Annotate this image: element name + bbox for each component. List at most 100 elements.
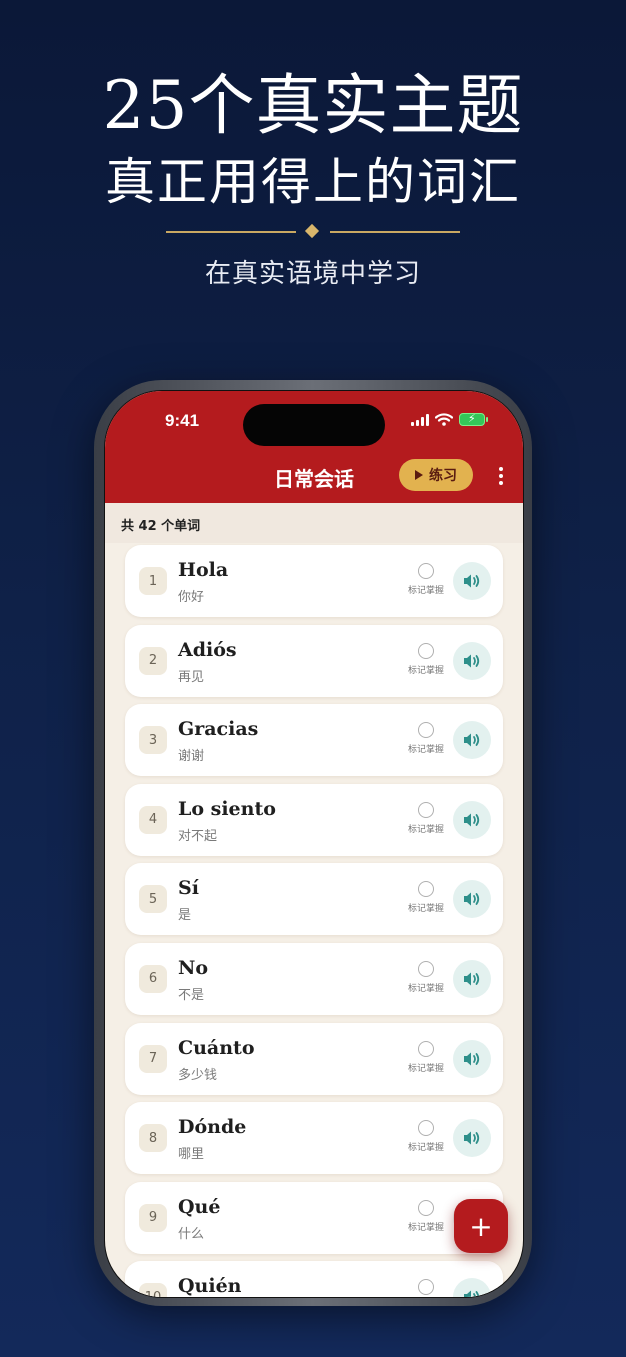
- chinese-meaning: 你好: [178, 590, 205, 605]
- diamond-icon: [304, 223, 320, 239]
- mark-mastered-toggle[interactable]: 标记掌握: [403, 1040, 449, 1074]
- speaker-button[interactable]: [453, 721, 491, 760]
- word-card[interactable]: 10 Quién 标记掌握: [125, 1261, 503, 1298]
- chinese-meaning: 什么: [178, 1226, 205, 1242]
- mark-mastered-label: 标记掌握: [407, 745, 444, 756]
- radio-circle-icon: [418, 1279, 434, 1296]
- mark-mastered-toggle[interactable]: 标记掌握: [403, 1199, 449, 1233]
- list-header: 共 42 个单词: [105, 503, 523, 543]
- chinese-meaning: 再见: [178, 669, 205, 685]
- ornament-divider: [166, 223, 460, 240]
- word-card[interactable]: 3 Gracias 谢谢 标记掌握: [125, 704, 503, 777]
- mark-mastered-toggle[interactable]: 标记掌握: [403, 1279, 449, 1297]
- mark-mastered-label: 标记掌握: [407, 586, 444, 596]
- speaker-icon: [464, 733, 480, 747]
- speaker-button[interactable]: [453, 1039, 491, 1078]
- headline: 25个真实主题: [102, 67, 524, 144]
- spanish-word: Hola: [178, 559, 229, 581]
- radio-circle-icon: [418, 1199, 434, 1216]
- speaker-icon: [464, 813, 480, 827]
- phone-frame: 9:41 ⚡ 日常会话 练习 共 42 个单词 1 Hola 你好 标记掌握 2…: [94, 380, 532, 1306]
- word-number: 4: [139, 805, 167, 834]
- speaker-button[interactable]: [453, 959, 491, 998]
- word-number: 6: [139, 964, 167, 993]
- speaker-button[interactable]: [453, 1119, 491, 1158]
- practice-label: 练习: [429, 468, 457, 484]
- speaker-button[interactable]: [453, 880, 491, 919]
- mark-mastered-label: 标记掌握: [407, 824, 444, 835]
- chinese-meaning: 不是: [178, 987, 205, 1003]
- radio-circle-icon: [418, 563, 434, 579]
- mark-mastered-label: 标记掌握: [407, 1222, 444, 1233]
- speaker-icon: [464, 892, 480, 906]
- radio-circle-icon: [418, 642, 434, 659]
- spanish-word: Sí: [178, 877, 199, 900]
- spanish-word: Dónde: [178, 1116, 247, 1139]
- add-button[interactable]: +: [454, 1199, 508, 1253]
- word-number: 2: [139, 646, 167, 675]
- radio-circle-icon: [418, 881, 434, 898]
- speaker-button[interactable]: [453, 1278, 491, 1297]
- subline: 真正用得上的词汇: [105, 153, 521, 211]
- word-number: 10: [139, 1283, 167, 1297]
- play-icon: [415, 470, 423, 480]
- spanish-word: Adiós: [178, 638, 237, 661]
- word-list: 1 Hola 你好 标记掌握 2 Adiós 再见 标记掌握 3 Gracias…: [125, 545, 503, 1298]
- word-card[interactable]: 2 Adiós 再见 标记掌握: [125, 624, 503, 697]
- word-number: 1: [139, 567, 167, 595]
- more-vertical-icon[interactable]: [499, 467, 503, 485]
- word-number: 7: [139, 1044, 167, 1073]
- mark-mastered-toggle[interactable]: 标记掌握: [403, 1120, 449, 1153]
- spanish-word: No: [178, 956, 209, 979]
- spanish-word: Lo siento: [178, 797, 276, 820]
- mark-mastered-toggle[interactable]: 标记掌握: [403, 722, 449, 755]
- spanish-word: Gracias: [178, 718, 259, 741]
- speaker-icon: [464, 1052, 480, 1066]
- mark-mastered-toggle[interactable]: 标记掌握: [403, 642, 449, 676]
- mark-mastered-toggle[interactable]: 标记掌握: [403, 881, 449, 914]
- mark-mastered-toggle[interactable]: 标记掌握: [403, 563, 449, 596]
- radio-circle-icon: [418, 1040, 434, 1057]
- radio-circle-icon: [418, 801, 434, 818]
- mark-mastered-label: 标记掌握: [407, 1143, 444, 1154]
- spanish-word: Cuánto: [178, 1036, 255, 1059]
- signal-icon: [411, 413, 429, 426]
- speaker-button[interactable]: [453, 800, 491, 839]
- spanish-word: Qué: [178, 1195, 221, 1218]
- word-card[interactable]: 5 Sí 是 标记掌握: [125, 863, 503, 936]
- speaker-icon: [464, 972, 480, 986]
- word-number: 3: [139, 726, 167, 755]
- mark-mastered-toggle[interactable]: 标记掌握: [403, 801, 449, 835]
- dynamic-island: [243, 404, 385, 446]
- chinese-meaning: 哪里: [178, 1147, 205, 1163]
- radio-circle-icon: [418, 960, 434, 977]
- wifi-icon: [435, 413, 453, 426]
- speaker-icon: [464, 1290, 480, 1297]
- speaker-button[interactable]: [453, 562, 491, 600]
- mark-mastered-toggle[interactable]: 标记掌握: [403, 960, 449, 994]
- word-number: 8: [139, 1124, 167, 1153]
- chinese-meaning: 对不起: [178, 828, 218, 844]
- word-card[interactable]: 4 Lo siento 对不起 标记掌握: [125, 783, 503, 856]
- app-bar: 9:41 ⚡ 日常会话 练习: [105, 391, 523, 503]
- word-card[interactable]: 7 Cuánto 多少钱 标记掌握: [125, 1022, 503, 1095]
- battery-charging-icon: ⚡: [459, 412, 488, 426]
- tagline: 在真实语境中学习: [204, 259, 421, 289]
- mark-mastered-label: 标记掌握: [407, 665, 444, 676]
- spanish-word: Quién: [178, 1275, 242, 1298]
- speaker-icon: [464, 1131, 480, 1145]
- word-count: 共 42 个单词: [121, 519, 201, 534]
- word-card[interactable]: 1 Hola 你好 标记掌握: [125, 545, 503, 617]
- status-icons: ⚡: [411, 412, 488, 426]
- word-card[interactable]: 6 No 不是 标记掌握: [125, 942, 503, 1015]
- divider-line-right: [330, 231, 460, 233]
- word-card[interactable]: 8 Dónde 哪里 标记掌握: [125, 1102, 503, 1175]
- speaker-button[interactable]: [453, 641, 491, 680]
- practice-button[interactable]: 练习: [399, 459, 473, 491]
- chinese-meaning: 多少钱: [178, 1067, 218, 1083]
- speaker-icon: [464, 574, 480, 588]
- chinese-meaning: 谢谢: [178, 749, 205, 765]
- phone-screen: 9:41 ⚡ 日常会话 练习 共 42 个单词 1 Hola 你好 标记掌握 2…: [104, 390, 524, 1298]
- radio-circle-icon: [418, 1120, 434, 1137]
- word-card[interactable]: 9 Qué 什么 标记掌握: [125, 1181, 503, 1254]
